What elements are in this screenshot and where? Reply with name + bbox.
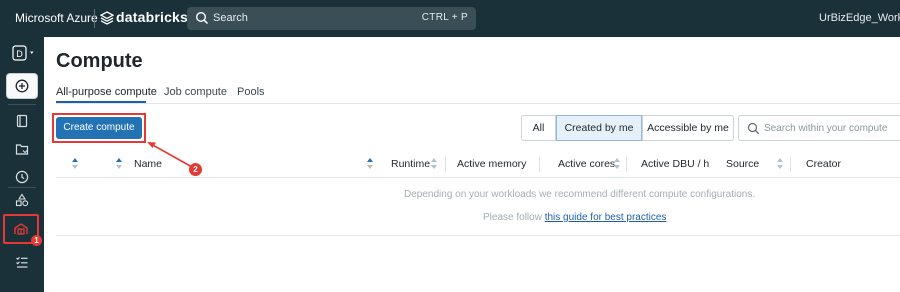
- column-header-source[interactable]: Source: [726, 158, 759, 170]
- sidebar-item-workflows[interactable]: [6, 249, 38, 275]
- search-label: Search: [213, 12, 248, 24]
- column-separator: [626, 157, 627, 172]
- annotation-arrow: [147, 142, 193, 168]
- top-bar: Microsoft Azure databricks Search CTRL +…: [0, 0, 900, 37]
- workspace-letter: D: [16, 49, 23, 59]
- column-separator: [539, 157, 540, 172]
- column-header-active-dbu[interactable]: Active DBU / h: [641, 158, 709, 170]
- search-placeholder: Search within your compute: [764, 123, 888, 134]
- sort-icon[interactable]: [430, 157, 438, 170]
- tabs-divider: [56, 103, 900, 104]
- column-header-active-cores[interactable]: Active cores: [558, 158, 615, 170]
- filter-all[interactable]: All: [521, 115, 556, 141]
- folder-icon: [15, 144, 29, 155]
- notebook-icon: [16, 114, 28, 128]
- empty-state-prefix: Please follow: [483, 212, 545, 223]
- workspace-icon: D: [12, 45, 34, 61]
- sort-icon[interactable]: [776, 157, 784, 170]
- create-compute-button[interactable]: Create compute: [56, 117, 142, 139]
- search-icon: [195, 11, 209, 25]
- chevron-down-icon: [30, 51, 34, 54]
- sidebar-divider: [8, 104, 36, 105]
- column-separator: [445, 157, 446, 172]
- sort-icon[interactable]: [613, 157, 621, 170]
- column-header-runtime[interactable]: Runtime: [391, 158, 430, 170]
- tab-job-compute[interactable]: Job compute: [164, 86, 227, 98]
- global-search[interactable]: Search CTRL + P: [187, 7, 476, 30]
- sidebar-item-compute[interactable]: 1: [3, 214, 42, 246]
- empty-state-guidance: Please follow this guide for best practi…: [483, 212, 666, 223]
- new-button[interactable]: [6, 73, 38, 99]
- empty-state-message: Depending on your workloads we recommend…: [404, 189, 756, 200]
- workflows-icon: [16, 256, 28, 268]
- shapes-icon: [15, 193, 29, 207]
- clock-icon: [15, 170, 29, 184]
- best-practices-link[interactable]: this guide for best practices: [545, 212, 667, 223]
- microsoft-azure-brand[interactable]: Microsoft Azure: [15, 11, 98, 25]
- annotation-badge-1: 1: [31, 235, 42, 246]
- filter-created-by-me[interactable]: Created by me: [556, 115, 642, 141]
- table-header: Name Runtime Active memory Active cores …: [56, 151, 900, 178]
- sidebar-item-marketplace[interactable]: [6, 187, 38, 213]
- tab-pools[interactable]: Pools: [237, 86, 265, 98]
- table-bottom-border: [56, 235, 900, 236]
- databricks-wordmark[interactable]: databricks: [116, 9, 188, 25]
- column-header-creator[interactable]: Creator: [806, 158, 841, 170]
- sort-icon[interactable]: [366, 157, 374, 170]
- tab-all-purpose-compute[interactable]: All-purpose compute: [56, 86, 157, 98]
- brand-divider: [94, 9, 95, 28]
- workspace-switcher[interactable]: UrBizEdge_Workspace_: [819, 12, 900, 24]
- sidebar-item-catalog[interactable]: [6, 136, 38, 162]
- search-shortcut: CTRL + P: [421, 12, 468, 23]
- column-header-active-memory[interactable]: Active memory: [457, 158, 526, 170]
- column-separator: [790, 157, 791, 172]
- workspace-menu[interactable]: D: [10, 43, 40, 63]
- page-title: Compute: [56, 50, 143, 72]
- plus-circle-icon: [15, 79, 29, 93]
- sort-icon[interactable]: [115, 157, 123, 170]
- column-header-name[interactable]: Name: [134, 158, 162, 170]
- sidebar: D 1: [0, 37, 44, 292]
- sort-icon[interactable]: [71, 157, 79, 170]
- compute-icon: [14, 223, 28, 235]
- search-icon: [747, 122, 760, 135]
- filter-accessible-by-me[interactable]: Accessible by me: [642, 115, 734, 141]
- databricks-logo-icon: [100, 11, 114, 25]
- sidebar-item-workspace[interactable]: [6, 108, 38, 134]
- compute-search-input[interactable]: Search within your compute: [738, 115, 900, 141]
- annotation-badge-2: 2: [189, 163, 202, 176]
